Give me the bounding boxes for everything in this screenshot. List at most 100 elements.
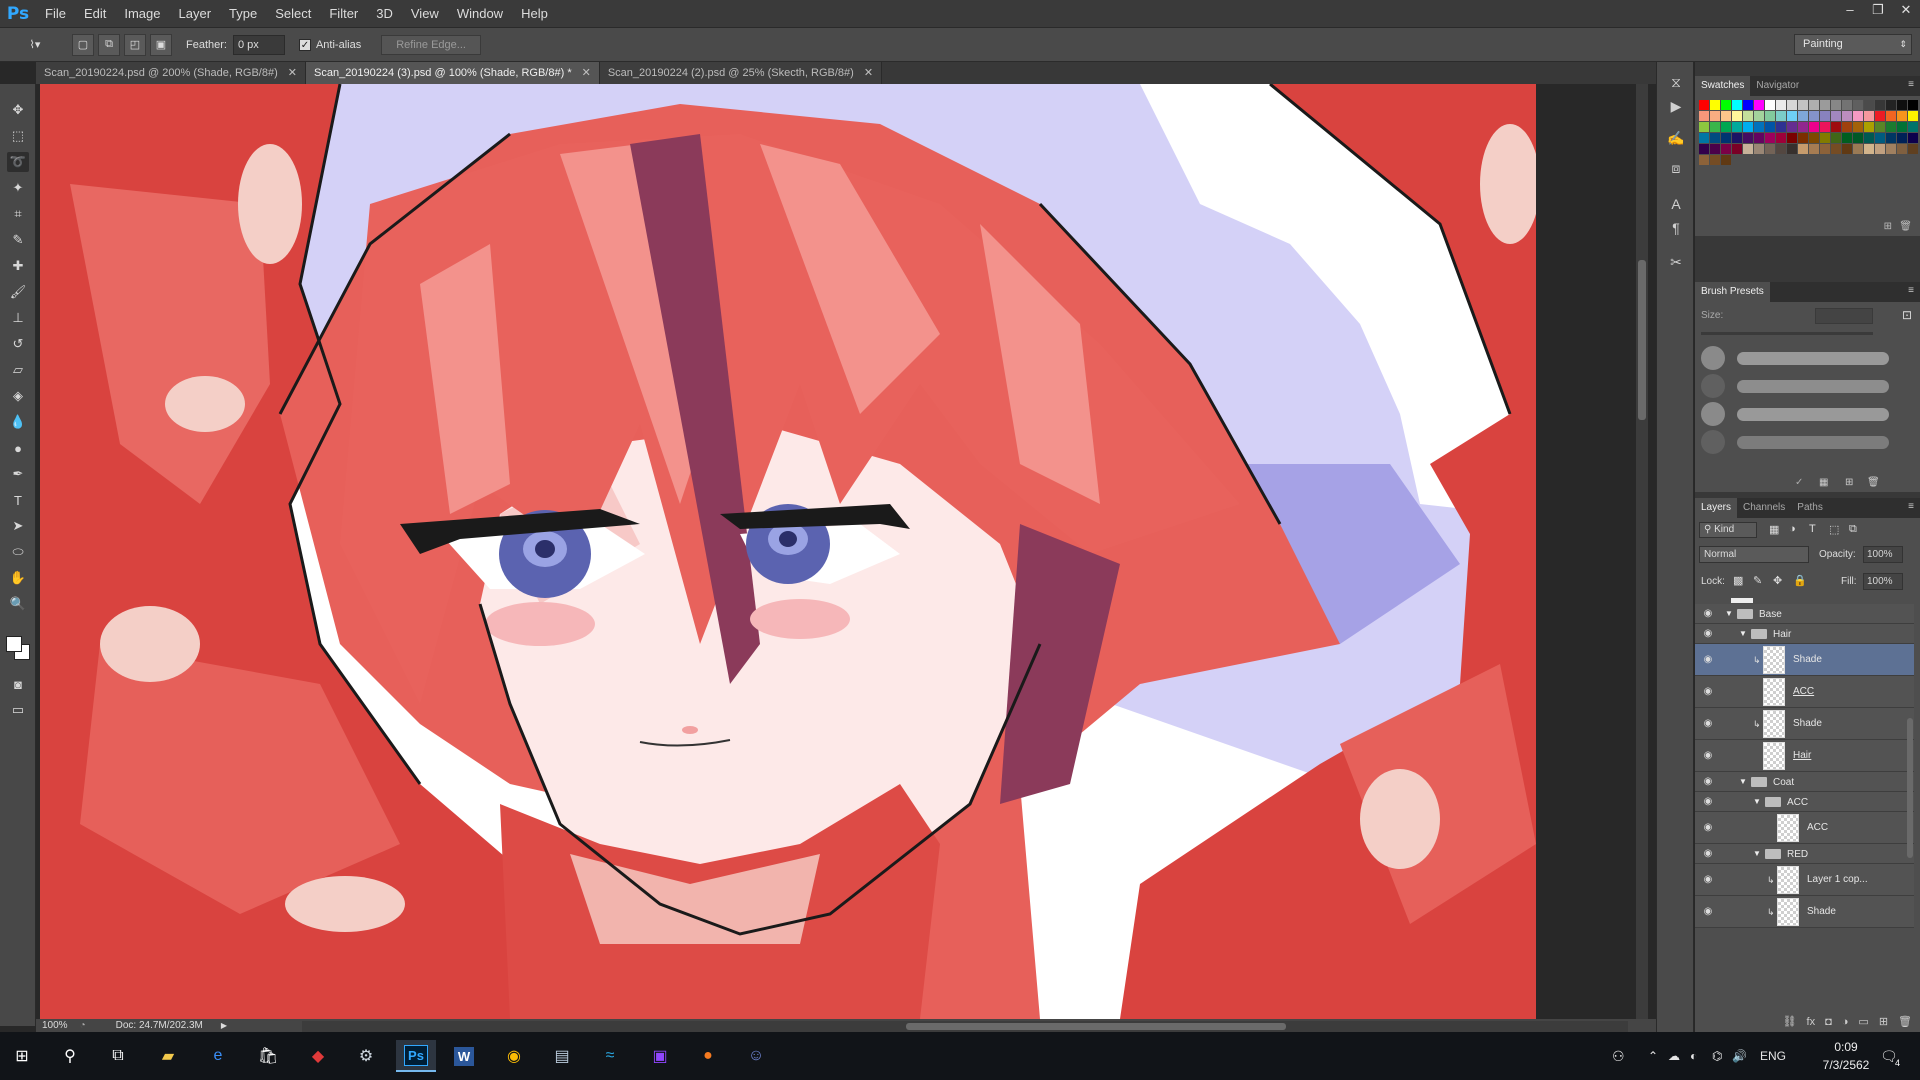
color-swatch[interactable] xyxy=(1798,133,1808,143)
add-mask-icon[interactable]: ◘ xyxy=(1825,1012,1832,1032)
delete-swatch-icon[interactable]: 🗑 xyxy=(1899,221,1912,232)
tab-navigator[interactable]: Navigator xyxy=(1750,76,1805,96)
antialias-checkbox[interactable]: ✓ Anti-alias xyxy=(298,38,361,51)
color-swatch[interactable] xyxy=(1743,144,1753,154)
visibility-eye-icon[interactable]: ◉ xyxy=(1701,823,1715,833)
tab-swatches[interactable]: Swatches xyxy=(1695,76,1751,96)
panel-menu-icon[interactable]: ≡ xyxy=(1908,285,1914,296)
color-swatch[interactable] xyxy=(1732,111,1742,121)
refine-edge-button[interactable]: Refine Edge... xyxy=(381,34,481,55)
expand-arrow-icon[interactable]: ▼ xyxy=(1753,849,1761,858)
color-swatch[interactable] xyxy=(1864,133,1874,143)
status-menu-arrow-icon[interactable]: ▶ xyxy=(221,1021,227,1030)
color-swatch[interactable] xyxy=(1721,155,1731,165)
artwork-canvas[interactable] xyxy=(40,84,1536,1019)
filter-smart-icon[interactable]: ⧉ xyxy=(1849,523,1857,536)
opacity-input[interactable]: 100% xyxy=(1863,546,1903,563)
layer-thumbnail[interactable] xyxy=(1763,646,1785,674)
brush-tool-icon[interactable]: 🖌 xyxy=(7,282,29,302)
color-swatch[interactable] xyxy=(1886,144,1896,154)
color-swatch[interactable] xyxy=(1809,133,1819,143)
visibility-eye-icon[interactable]: ◉ xyxy=(1701,629,1715,639)
screen-mode-icon[interactable]: ▭ xyxy=(7,700,29,720)
eyedropper-icon[interactable]: ✎ xyxy=(7,230,29,250)
new-group-icon[interactable]: ▭ xyxy=(1858,1012,1868,1032)
color-swatch[interactable] xyxy=(1908,133,1918,143)
color-swatch[interactable] xyxy=(1886,122,1896,132)
crop-tool-icon[interactable]: ⌗ xyxy=(7,204,29,224)
color-swatch[interactable] xyxy=(1809,144,1819,154)
doc-tab-2[interactable]: Scan_20190224 (3).psd @ 100% (Shade, RGB… xyxy=(306,62,600,84)
tab-paths[interactable]: Paths xyxy=(1791,498,1829,518)
eraser-icon[interactable]: ▱ xyxy=(7,360,29,380)
expand-arrow-icon[interactable]: ▼ xyxy=(1753,797,1761,806)
color-swatch[interactable] xyxy=(1897,144,1907,154)
color-swatch[interactable] xyxy=(1842,144,1852,154)
menu-window[interactable]: Window xyxy=(448,0,512,28)
color-swatch[interactable] xyxy=(1765,144,1775,154)
task-view-icon[interactable]: ⧉ xyxy=(98,1040,138,1072)
color-swatch[interactable] xyxy=(1754,122,1764,132)
layer-row[interactable]: ◉ ↳ Shade xyxy=(1695,708,1914,740)
color-swatch[interactable] xyxy=(1710,144,1720,154)
color-swatch[interactable] xyxy=(1864,144,1874,154)
clone-source-icon[interactable]: ⧈ xyxy=(1666,158,1686,178)
brush-toggle-icon[interactable]: ✓ xyxy=(1795,477,1803,488)
color-swatch[interactable] xyxy=(1875,133,1885,143)
layer-group-row[interactable]: ◉ ▼ RED xyxy=(1695,844,1914,864)
color-swatch[interactable] xyxy=(1831,133,1841,143)
adjustment-layer-icon[interactable]: ◑ xyxy=(1842,1012,1849,1032)
color-swatch[interactable] xyxy=(1765,133,1775,143)
filter-adjust-icon[interactable]: ◑ xyxy=(1789,523,1796,535)
layer-name[interactable]: Shade xyxy=(1793,718,1822,729)
new-layer-icon[interactable]: ⊞ xyxy=(1879,1012,1888,1032)
color-swatch[interactable] xyxy=(1710,100,1720,110)
color-swatch[interactable] xyxy=(1831,100,1841,110)
color-swatch[interactable] xyxy=(1776,100,1786,110)
close-button[interactable]: ✕ xyxy=(1892,0,1920,22)
foreground-color-swatch[interactable] xyxy=(6,636,22,652)
tab-layers[interactable]: Layers xyxy=(1695,498,1738,518)
color-swatch[interactable] xyxy=(1820,111,1830,121)
color-swatch[interactable] xyxy=(1754,133,1764,143)
color-swatch[interactable] xyxy=(1732,133,1742,143)
start-icon[interactable]: ⊞ xyxy=(2,1040,42,1072)
color-swatch[interactable] xyxy=(1699,100,1709,110)
color-swatch[interactable] xyxy=(1765,122,1775,132)
color-swatch[interactable] xyxy=(1842,111,1852,121)
tab-brush-presets[interactable]: Brush Presets xyxy=(1695,282,1770,302)
color-swatch[interactable] xyxy=(1897,111,1907,121)
brush-settings-icon[interactable]: ⊡ xyxy=(1902,308,1912,322)
doc-tab-3[interactable]: Scan_20190224 (2).psd @ 25% (Skecth, RGB… xyxy=(599,62,883,84)
color-swatch[interactable] xyxy=(1732,144,1742,154)
color-swatch[interactable] xyxy=(1886,111,1896,121)
dodge-tool-icon[interactable]: ● xyxy=(7,438,29,458)
color-swatch[interactable] xyxy=(1776,133,1786,143)
color-swatch[interactable] xyxy=(1864,111,1874,121)
pen-tool-icon[interactable]: ✒ xyxy=(7,464,29,484)
color-swatch[interactable] xyxy=(1897,133,1907,143)
color-swatch[interactable] xyxy=(1831,111,1841,121)
clock[interactable]: 0:09 7/3/2562 xyxy=(1816,1038,1876,1074)
workspace-select[interactable]: Painting ⇕ xyxy=(1794,34,1912,55)
menu-file[interactable]: File xyxy=(36,0,75,28)
layer-group-row[interactable]: ◉ ▼ Base xyxy=(1695,604,1914,624)
color-swatch[interactable] xyxy=(1754,144,1764,154)
horizontal-scrollbar[interactable] xyxy=(302,1021,1628,1032)
search-icon[interactable]: ⚲ xyxy=(50,1040,90,1072)
doc-tab-1[interactable]: Scan_20190224.psd @ 200% (Shade, RGB/8#)… xyxy=(36,62,306,84)
menu-image[interactable]: Image xyxy=(115,0,169,28)
delete-brush-icon[interactable]: 🗑 xyxy=(1867,477,1880,488)
brush-preset-2[interactable] xyxy=(1699,374,1914,400)
color-swatch[interactable] xyxy=(1699,122,1709,132)
layer-name[interactable]: ACC xyxy=(1787,797,1808,808)
layer-thumbnail[interactable] xyxy=(1777,898,1799,926)
chrome-icon[interactable]: ◉ xyxy=(494,1040,534,1072)
app-tray-icon[interactable]: ◐ xyxy=(1690,1032,1697,1080)
brush-panel-icon[interactable]: ▦ xyxy=(1819,477,1828,488)
brush-preset-1[interactable] xyxy=(1699,346,1914,372)
layer-row[interactable]: ◉ Hair xyxy=(1695,740,1914,772)
lasso-tool-icon[interactable]: ➰ xyxy=(7,152,29,172)
color-swatch[interactable] xyxy=(1831,122,1841,132)
zoom-level[interactable]: 100% xyxy=(42,1020,68,1031)
